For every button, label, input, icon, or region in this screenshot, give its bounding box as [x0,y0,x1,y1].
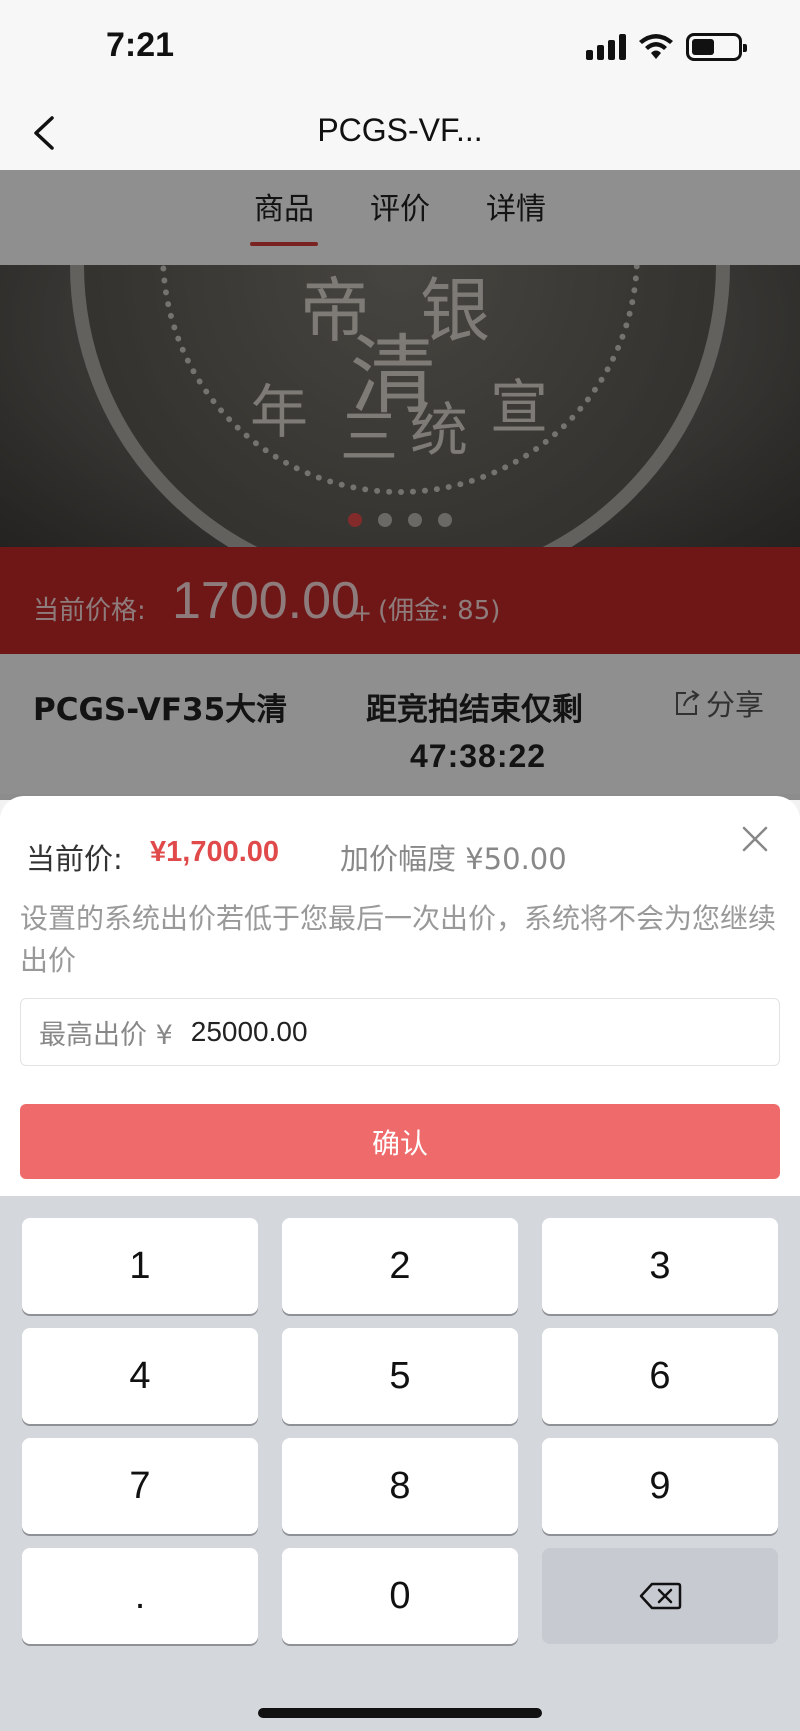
nav-bar: PCGS-VF... [0,96,800,170]
key-2[interactable]: 2 [282,1218,518,1314]
status-icons [586,32,747,62]
backspace-icon [639,1582,682,1610]
key-4[interactable]: 4 [22,1328,258,1424]
key-0[interactable]: 0 [282,1548,518,1644]
page-title: PCGS-VF... [317,112,483,148]
max-bid-input[interactable] [190,1016,691,1048]
close-icon[interactable] [740,824,770,854]
max-bid-field[interactable]: 最高出价 ¥ [20,998,780,1066]
status-bar: 7:21 [0,0,800,96]
key-decimal[interactable]: . [22,1548,258,1644]
key-7[interactable]: 7 [22,1438,258,1534]
numeric-keypad: 1 2 3 4 5 6 7 8 9 . 0 [0,1196,800,1731]
bid-sheet: 当前价: ¥1,700.00 加价幅度 ¥50.00 设置的系统出价若低于您最后… [0,796,800,1196]
increment-label: 加价幅度 ¥50.00 [340,842,567,876]
current-price-value: ¥1,700.00 [150,836,280,868]
modal-backdrop[interactable] [0,170,800,800]
status-time: 7:21 [106,26,175,64]
cellular-signal-icon [586,34,626,60]
key-5[interactable]: 5 [282,1328,518,1424]
backspace-key[interactable] [542,1548,778,1644]
key-3[interactable]: 3 [542,1218,778,1314]
key-1[interactable]: 1 [22,1218,258,1314]
home-indicator [258,1708,542,1718]
current-price-label: 当前价: [26,842,123,876]
key-9[interactable]: 9 [542,1438,778,1534]
battery-icon [686,33,747,61]
confirm-button[interactable]: 确认 [20,1104,780,1179]
bid-notice: 设置的系统出价若低于您最后一次出价，系统将不会为您继续出价 [20,902,777,977]
wifi-icon [639,34,673,59]
key-8[interactable]: 8 [282,1438,518,1534]
max-bid-label: 最高出价 ¥ [39,1019,173,1051]
key-6[interactable]: 6 [542,1328,778,1424]
